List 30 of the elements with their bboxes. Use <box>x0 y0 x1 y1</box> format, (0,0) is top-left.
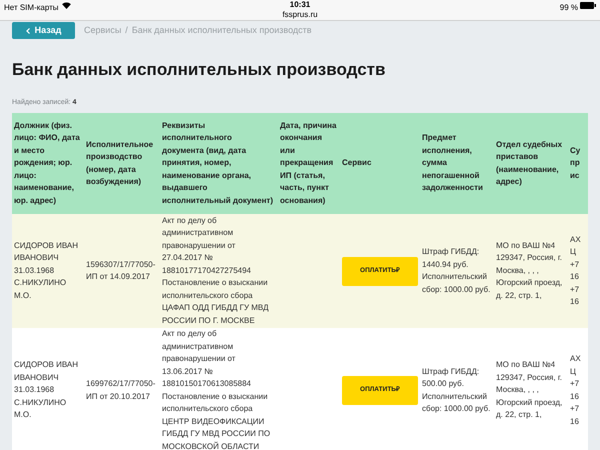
column-header: Исполнительное производство (номер, дата возбуждения) <box>84 113 160 214</box>
table-cell: МО по ВАШ №4 129347, Россия, г. Москва, , , , Югорский проезд, д. 22, стр. 1, <box>494 214 568 328</box>
table-cell: Акт по делу об административном правонарушении от 27.04.2017 № 18810177170427275494 Постановление о взыскании исполнительского сбора ЦАФАП ОДД ГИБДД ГУ МВД РОССИИ ПО Г. МОСКВЕ <box>160 214 278 328</box>
table-cell: Акт по делу об административном правонарушении от 13.06.2017 № 18810150170613085884 Постановление о взыскании исполнительского сбора ЦЕНТР ВИДЕОФИКСАЦИИ ГИБДД ГУ МВД РОССИИ ПО МОСКОВСКОЙ ОБЛАСТИ <box>160 328 278 450</box>
column-header: Реквизиты исполнительного документа (вид, дата принятия, номер, наименование органа, выдавшего исполнительный документ) <box>160 113 278 214</box>
table-cell: АХ Ц +7 16 +7 16 <box>568 214 588 328</box>
table-cell: Штраф ГИБДД: 1440.94 руб. Исполнительский сбор: 1000.00 руб. <box>420 214 494 328</box>
battery-label: 99 % <box>560 2 578 14</box>
page-title: Банк данных исполнительных производств <box>11 60 386 80</box>
column-header: Сервис <box>340 113 420 214</box>
chevron-left-icon <box>26 28 30 34</box>
clock-label: 10:31 <box>290 0 310 10</box>
column-header: Су пр ис <box>568 113 588 214</box>
table-cell: 1596307/17/77050-ИП от 14.09.2017 <box>84 214 160 328</box>
table-cell: АХ Ц +7 16 +7 16 <box>568 328 588 450</box>
back-button[interactable]: Назад <box>12 22 75 39</box>
carrier-label: Нет SIM-карты <box>4 2 59 14</box>
table-cell: СИДОРОВ ИВАН ИВАНОВИЧ 31.03.1968 С.НИКУЛИНО М.О. <box>12 214 84 328</box>
url-label[interactable]: fssprus.ru <box>282 10 318 20</box>
table-cell: МО по ВАШ №4 129347, Россия, г. Москва, , , , Югорский проезд, д. 22, стр. 1, <box>494 328 568 450</box>
table-cell: СИДОРОВ ИВАН ИВАНОВИЧ 31.03.1968 С.НИКУЛИНО М.О. <box>12 328 84 450</box>
column-header: Отдел судебных приставов (наименование, адрес) <box>494 113 568 214</box>
column-header: Должник (физ. лицо: ФИО, дата и место рождения; юр. лицо: наименование, юр. адрес) <box>12 113 84 214</box>
table-cell: 1699762/17/77050-ИП от 20.10.2017 <box>84 328 160 450</box>
battery-icon <box>580 2 596 9</box>
column-header: Дата, причина окончания или прекращения ИП (статья, часть, пункт основания) <box>278 113 340 214</box>
table-cell: Штраф ГИБДД: 500.00 руб. Исполнительский сбор: 1000.00 руб. <box>420 328 494 450</box>
column-header: Предмет исполнения, сумма непогашенной задолженности <box>420 113 494 214</box>
wifi-icon <box>62 2 71 9</box>
breadcrumb-separator: / <box>125 24 128 37</box>
